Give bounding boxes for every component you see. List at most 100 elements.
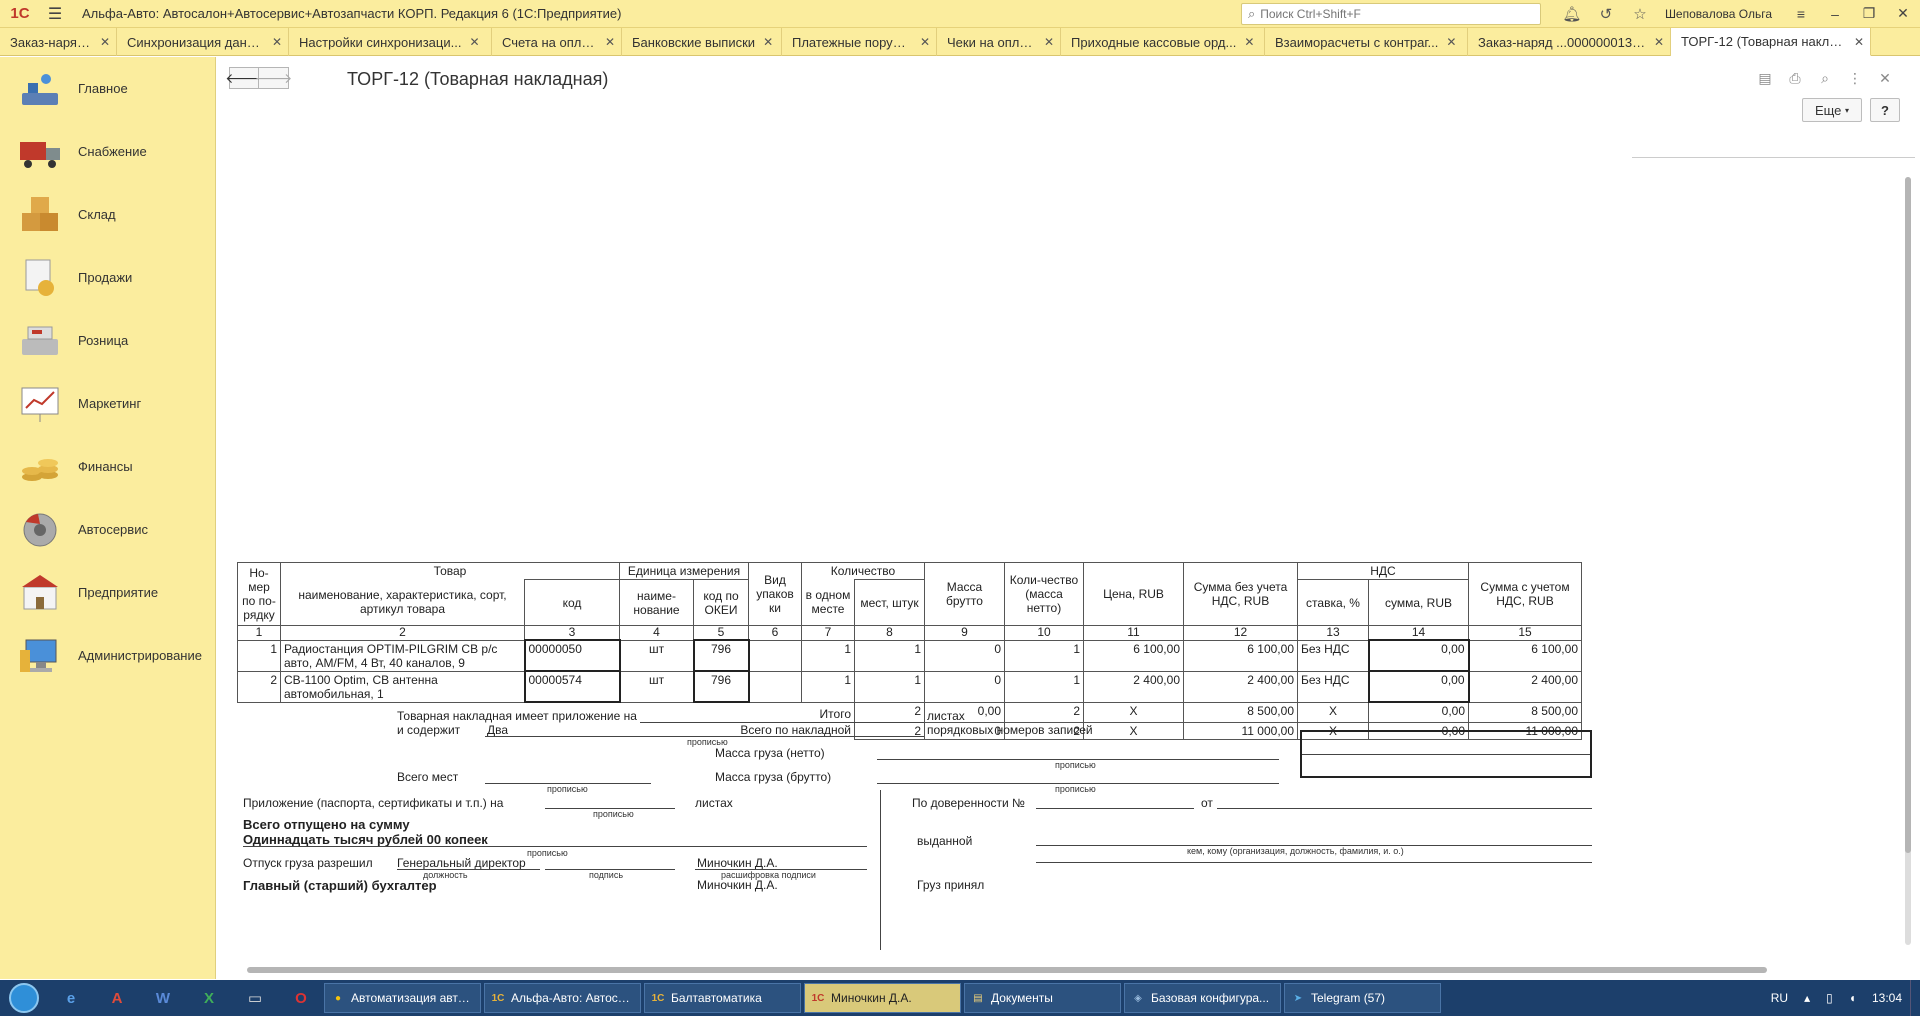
save-icon[interactable]: ▤ xyxy=(1750,67,1780,89)
chief-accountant-label: Главный (старший) бухгалтер xyxy=(243,878,437,893)
folder-icon: ▤ xyxy=(973,992,983,1004)
close-window-icon[interactable]: ✕ xyxy=(1886,0,1920,28)
tab-payment-orders[interactable]: Платежные поручения✕ xyxy=(782,28,937,56)
tab-sync-data[interactable]: Синхронизация данных ✕ xyxy=(117,28,289,56)
sidebar-item-enterprise[interactable]: Предприятие xyxy=(0,561,215,624)
sidebar-item-supply[interactable]: Снабжение xyxy=(0,120,215,183)
bell-icon[interactable]: 🔔︎ xyxy=(1555,0,1589,28)
language-indicator[interactable]: RU xyxy=(1771,991,1788,1005)
sidebar-item-main[interactable]: Главное xyxy=(0,57,215,120)
more-vertical-icon[interactable]: ⋮ xyxy=(1840,67,1870,89)
building-icon xyxy=(16,573,64,613)
task-baltavtomatika[interactable]: 1С Балтавтоматика xyxy=(644,983,801,1013)
header-cell: ставка, % xyxy=(1297,579,1369,626)
form-toolbar: ▤ ⎙ ⌕ ⋮ ✕ xyxy=(1750,67,1900,89)
clock[interactable]: 13:04 xyxy=(1872,991,1902,1005)
net-mass-label: Масса груза (нетто) xyxy=(715,746,825,760)
printed-document[interactable]: Но-мер по по-рядку Товар Единица измерен… xyxy=(217,162,1897,967)
close-icon[interactable]: ✕ xyxy=(100,35,110,49)
sidebar-item-warehouse[interactable]: Склад xyxy=(0,183,215,246)
sidebar-item-administration[interactable]: Администрирование xyxy=(0,624,215,687)
settings-menu-icon[interactable]: ≡ xyxy=(1784,0,1818,28)
history-icon[interactable]: ↺ xyxy=(1589,0,1623,28)
acrobat-icon[interactable]: A xyxy=(94,980,140,1016)
task-documents[interactable]: ▤ Документы xyxy=(964,983,1121,1013)
close-icon[interactable]: ✕ xyxy=(1244,35,1254,49)
close-icon[interactable]: ✕ xyxy=(1654,35,1664,49)
home-desk-icon xyxy=(16,69,64,109)
sidebar-item-retail[interactable]: Розница xyxy=(0,309,215,372)
user-name[interactable]: Шеповалова Ольга xyxy=(1665,7,1772,21)
minimize-icon[interactable]: – xyxy=(1818,0,1852,28)
print-icon[interactable]: ⎙ xyxy=(1780,67,1810,89)
scroll-thumb[interactable] xyxy=(247,967,1767,973)
close-icon[interactable]: ✕ xyxy=(605,35,615,49)
appendix-label: Товарная накладная имеет приложение на xyxy=(397,709,637,723)
truck-icon xyxy=(16,132,64,172)
main-menu-icon[interactable]: ☰ xyxy=(40,0,70,28)
1c-icon: 1С xyxy=(651,992,665,1004)
task-minochkin[interactable]: 1С Миночкин Д.А. xyxy=(804,983,961,1013)
table-row[interactable]: 2 CB-1100 Optim, CB антенна автомобильна… xyxy=(237,670,1582,703)
network-icon[interactable]: ▯ xyxy=(1826,991,1833,1005)
tab-torg12[interactable]: ТОРГ-12 (Товарная наклад... ✕ xyxy=(1671,28,1871,56)
global-search[interactable]: ⌕ xyxy=(1240,2,1541,25)
search-input[interactable] xyxy=(1260,6,1534,21)
tab-cash-orders[interactable]: Приходные кассовые орд... ✕ xyxy=(1061,28,1265,56)
preview-icon[interactable]: ⌕ xyxy=(1810,67,1840,89)
tab-bank-statements[interactable]: Банковские выписки ✕ xyxy=(622,28,782,56)
header-cell: наиме-нование xyxy=(619,579,694,626)
vertical-scrollbar[interactable] xyxy=(1902,165,1912,965)
star-icon[interactable]: ☆ xyxy=(1623,0,1657,28)
system-tray: RU ▴ ▯ ◖ 13:04 xyxy=(1763,980,1920,1016)
tab-receipts-payment[interactable]: Чеки на оплату ✕ xyxy=(937,28,1061,56)
excel-icon[interactable]: X xyxy=(186,980,232,1016)
word-icon[interactable]: W xyxy=(140,980,186,1016)
boxes-icon xyxy=(16,195,64,235)
close-icon[interactable]: ✕ xyxy=(1044,35,1054,49)
header-cell: Но-мер по по-рядку xyxy=(237,562,281,626)
ie-icon[interactable]: e xyxy=(48,980,94,1016)
tab-sync-settings[interactable]: Настройки синхронизаци... ✕ xyxy=(289,28,492,56)
more-button[interactable]: Еще ▾ xyxy=(1802,98,1862,122)
table-row[interactable]: 1 Радиостанция OPTIM-PILGRIM CB р/с авто… xyxy=(237,639,1582,672)
tray-arrow-icon[interactable]: ▴ xyxy=(1804,991,1810,1005)
1c-logo-icon: 1С xyxy=(10,5,30,22)
header-cell: сумма, RUB xyxy=(1368,579,1469,626)
help-button[interactable]: ? xyxy=(1870,98,1900,122)
tab-zakaz-naryad-1342[interactable]: Заказ-наряд ...00000001342 ✕ xyxy=(1468,28,1671,56)
tab-invoices-payment[interactable]: Счета на оплату ✕ xyxy=(492,28,622,56)
forward-arrow-icon[interactable]: 🡒 xyxy=(255,67,292,89)
taskbar: e A W X ▭ O ● Автоматизация авто... 1С Аль… xyxy=(0,980,1920,1016)
task-chrome[interactable]: ● Автоматизация авто... xyxy=(324,983,481,1013)
header-cell: код xyxy=(524,579,620,626)
start-button[interactable] xyxy=(0,980,48,1016)
close-icon[interactable]: ✕ xyxy=(1446,35,1456,49)
close-icon[interactable]: ✕ xyxy=(469,35,479,49)
close-icon[interactable]: ✕ xyxy=(272,35,282,49)
header-cell: Масса брутто xyxy=(924,562,1005,626)
task-telegram[interactable]: ➤ Telegram (57) xyxy=(1284,983,1441,1013)
close-icon[interactable]: ✕ xyxy=(1854,35,1864,49)
volume-icon[interactable]: ◖ xyxy=(1849,991,1856,1005)
cargo-received-label: Груз принял xyxy=(917,878,985,892)
sidebar-item-finance[interactable]: Финансы xyxy=(0,435,215,498)
sidebar-item-sales[interactable]: Продажи xyxy=(0,246,215,309)
sidebar-item-marketing[interactable]: Маркетинг xyxy=(0,372,215,435)
scroll-thumb[interactable] xyxy=(1905,177,1911,853)
sidebar-item-autoservice[interactable]: Автосервис xyxy=(0,498,215,561)
task-base-config[interactable]: ◈ Базовая конфигура... xyxy=(1124,983,1281,1013)
task-alfa-avto[interactable]: 1С Альфа-Авто: Автоса... xyxy=(484,983,641,1013)
tab-settlements[interactable]: Взаиморасчеты с контраг... ✕ xyxy=(1265,28,1468,56)
show-desktop-button[interactable] xyxy=(1910,980,1920,1016)
close-icon[interactable]: ✕ xyxy=(920,35,930,49)
close-form-icon[interactable]: ✕ xyxy=(1870,67,1900,89)
header-cell: НДС xyxy=(1297,562,1469,580)
restore-icon[interactable]: ❐ xyxy=(1852,0,1886,28)
monitor-icon[interactable]: ▭ xyxy=(232,980,278,1016)
history-nav: 🡐 🡒 xyxy=(225,67,292,89)
opera-icon[interactable]: O xyxy=(278,980,324,1016)
close-icon[interactable]: ✕ xyxy=(763,35,773,49)
chrome-icon: ● xyxy=(334,992,342,1004)
tab-zakaz-naryady[interactable]: Заказ-наряды ✕ xyxy=(0,28,117,56)
